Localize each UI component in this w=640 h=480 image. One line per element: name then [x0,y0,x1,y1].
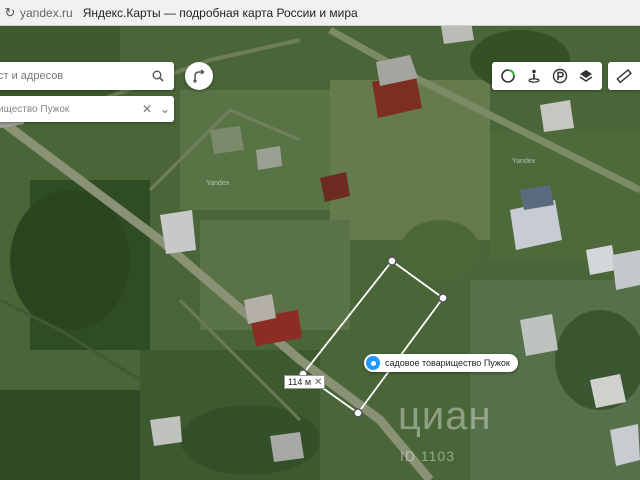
panorama-icon[interactable] [522,64,546,88]
close-icon[interactable]: ✕ [314,377,322,388]
search-icon[interactable] [146,62,170,90]
map-watermark-label: Yandex [512,158,536,165]
place-pin-icon [366,356,380,370]
search-result-chip[interactable]: ищество Пужок ✕ ⌄ [0,96,174,122]
measure-overlay [298,256,448,418]
browser-bar: ↻ yandex.ru Яндекс.Карты — подробная кар… [0,0,640,26]
search-input[interactable] [0,70,146,82]
address-domain[interactable]: yandex.ru [20,6,73,20]
reload-icon[interactable]: ↻ [0,5,20,21]
distance-label: 114 м ✕ [284,375,326,389]
clear-icon[interactable]: ✕ [138,96,156,122]
measure-vertex[interactable] [387,256,397,266]
search-box [0,62,174,90]
route-button[interactable] [185,62,213,90]
distance-value: 114 м [288,377,312,387]
measure-vertex[interactable] [353,408,363,418]
measure-vertex[interactable] [438,293,448,303]
cian-watermark-id: ID 1103 [400,448,455,464]
page-title: Яндекс.Карты — подробная карта России и … [82,5,358,20]
traffic-icon[interactable] [496,64,520,88]
ruler-button[interactable] [608,62,640,90]
satellite-map[interactable]: Yandex Yandex циан ID 1103 114 м ✕ садов… [0,26,640,480]
ruler-icon [616,68,632,84]
place-label: садовое товарищество Пужок [385,358,510,368]
map-watermark-label: Yandex [206,180,230,187]
map-layer-controls [492,62,602,90]
measure-polyline [301,260,445,415]
search-result-text: ищество Пужок [0,103,70,115]
route-icon [193,69,205,83]
cian-watermark: циан [398,394,492,438]
layers-icon[interactable] [574,64,598,88]
chevron-down-icon[interactable]: ⌄ [156,96,174,122]
parking-icon[interactable] [548,64,572,88]
place-marker[interactable]: садовое товарищество Пужок [364,354,518,372]
